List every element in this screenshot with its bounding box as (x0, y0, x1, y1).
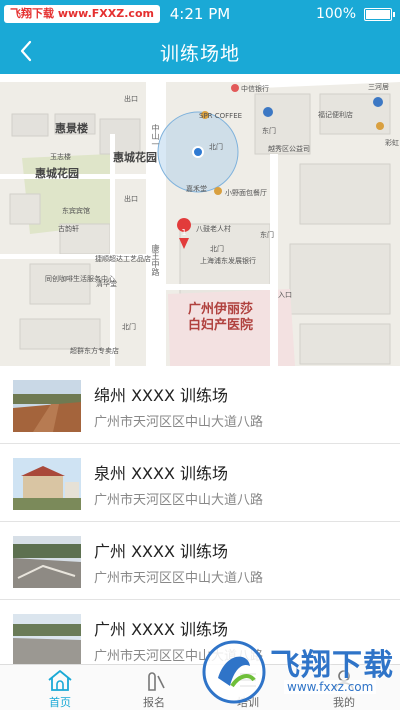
map-label: 北门 (209, 143, 223, 151)
map-label: 清华堂 (96, 280, 117, 288)
list-icon (240, 673, 256, 687)
status-bar: 飞翔下载 www.FXXZ.com 4:21 PM 100% (0, 0, 400, 28)
page-title: 训练场地 (159, 43, 240, 65)
tab-label: 培训 (237, 696, 259, 709)
map-label: 北门 (122, 323, 136, 331)
map-label: 玉志楼 (50, 153, 71, 161)
tab-label: 首页 (49, 696, 71, 709)
map-label: 越秀区公益司 (268, 145, 310, 153)
venue-address: 广州市天河区区中山大道八路 (94, 571, 264, 586)
list-item[interactable]: 泉州 XXXX 训练场 广州市天河区区中山大道八路 (0, 444, 400, 522)
road-label: 康王中路 (151, 244, 160, 276)
map-label: 惠城花园 (113, 151, 157, 164)
road-label: 中山一 (151, 124, 160, 148)
venue-thumbnail (13, 536, 81, 588)
map-label: 三河居 (368, 83, 389, 91)
svg-text:1: 1 (181, 228, 186, 237)
map-view[interactable]: 1 SPR COFFEE 中信银行 三河居 惠景楼 玉志楼 惠城花园 惠城花园 … (0, 74, 400, 366)
venue-list: 绵州 XXXX 训练场 广州市天河区区中山大道八路 泉州 XXXX 训练场 广州… (0, 366, 400, 664)
map-label: 福记便利店 (318, 111, 353, 119)
map-label: 八鼓老人村 (196, 225, 231, 233)
map-label: 捷顺超达工艺品店 (95, 255, 151, 263)
tab-home[interactable]: 首页 (10, 665, 110, 710)
tab-label: 我的 (333, 696, 355, 709)
map-label: 上海浦东发展银行 (200, 257, 256, 265)
nav-bar: 训练场地 (0, 28, 400, 74)
venue-address: 广州市天河区区中山大道八路 (94, 493, 264, 508)
venue-title: 广州 XXXX 训练场 (94, 542, 229, 561)
venue-address: 广州市天河区区中山大道八路 (94, 649, 264, 664)
map-label: 古韵轩 (58, 225, 79, 233)
map-label: 小野面包餐厅 (225, 189, 267, 197)
map-label: 嘉禾堂 (186, 185, 207, 193)
venue-title: 绵州 XXXX 训练场 (94, 386, 229, 405)
battery-icon (364, 8, 395, 21)
tab-signup[interactable]: 报名 (104, 665, 204, 710)
tab-training[interactable]: 培训 (198, 665, 298, 710)
map-label: 超群东方专卖店 (70, 347, 119, 355)
home-icon (48, 670, 72, 691)
user-icon (334, 670, 354, 691)
venue-address: 广州市天河区区中山大道八路 (94, 415, 264, 430)
map-label: 东宾宾馆 (62, 207, 90, 215)
tab-bar: 首页 报名 培训 我的 (0, 664, 400, 710)
list-item[interactable]: 绵州 XXXX 训练场 广州市天河区区中山大道八路 (0, 366, 400, 444)
hospital-label: 广州伊丽莎 白妇产医院 (188, 302, 254, 333)
map-label: 出口 (124, 95, 138, 103)
list-item[interactable]: 广州 XXXX 训练场 广州市天河区区中山大道八路 (0, 522, 400, 600)
venue-thumbnail (13, 380, 81, 432)
venue-thumbnail (13, 614, 81, 664)
map-label: 北门 (210, 245, 224, 253)
venue-thumbnail (13, 458, 81, 510)
map-label: 惠城花园 (35, 167, 79, 180)
list-item[interactable]: 广州 XXXX 训练场 广州市天河区区中山大道八路 (0, 600, 400, 664)
pen-icon (148, 672, 165, 691)
map-label: SPR COFFEE (199, 112, 243, 120)
venue-title: 广州 XXXX 训练场 (94, 620, 229, 639)
map-label: 出口 (124, 195, 138, 203)
map-label: 惠景楼 (55, 122, 88, 135)
map-label: 东门 (260, 231, 274, 239)
map-label: 东门 (262, 127, 276, 135)
map-label: 入口 (278, 291, 292, 299)
tab-label: 报名 (143, 696, 165, 709)
battery-percent: 100% (315, 6, 356, 22)
tab-profile[interactable]: 我的 (294, 665, 394, 710)
map-label: 中信银行 (241, 85, 269, 93)
map-label: 彩虹 (385, 139, 399, 147)
venue-title: 泉州 XXXX 训练场 (94, 464, 229, 483)
